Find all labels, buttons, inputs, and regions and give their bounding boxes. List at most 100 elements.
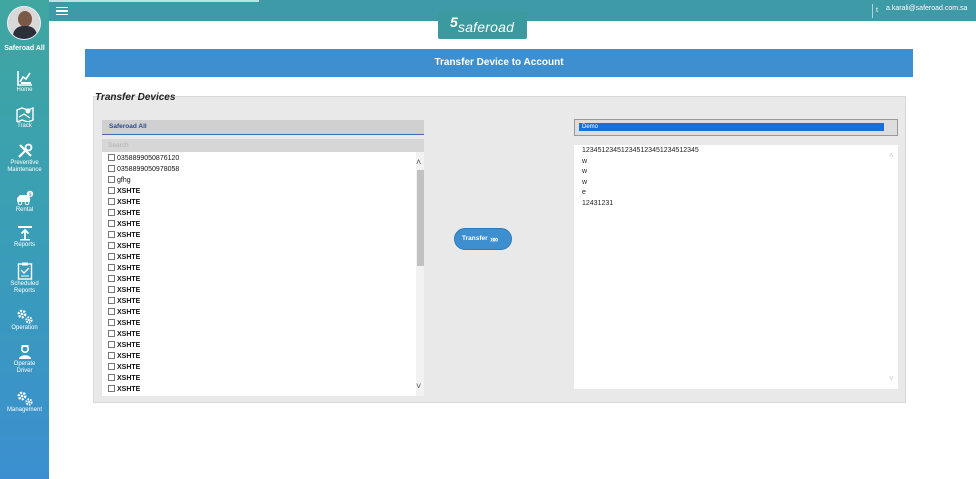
tools-icon <box>17 143 32 158</box>
device-list-item[interactable]: 0358899050876120 <box>108 153 179 164</box>
search-input[interactable] <box>102 139 424 152</box>
assigned-device-item[interactable]: 12431231 <box>582 199 613 209</box>
scroll-down-arrow-icon[interactable]: ˅ <box>889 375 894 383</box>
device-checkbox[interactable] <box>108 253 115 260</box>
device-checkbox[interactable] <box>108 308 115 315</box>
scroll-up-arrow-icon[interactable]: ˄ <box>889 152 894 160</box>
page-title: Transfer Device to Account <box>85 49 913 77</box>
device-list-item[interactable]: XSHTE <box>108 329 140 340</box>
transfer-button[interactable]: Transfer »» <box>454 228 512 250</box>
sidebar-item-preventive-maintenance[interactable]: Preventive Maintenance <box>0 143 49 174</box>
scroll-up-arrow-icon[interactable]: ˄ <box>416 158 421 167</box>
device-label: XSHTE <box>117 221 141 228</box>
device-list-item[interactable]: XSHTE <box>108 307 140 318</box>
device-checkbox[interactable] <box>108 374 115 381</box>
top-bar-strip <box>49 0 259 2</box>
car-icon: $ <box>16 190 33 206</box>
device-checkbox[interactable] <box>108 341 115 348</box>
device-list-item[interactable]: XSHTE <box>108 318 140 329</box>
map-icon <box>15 106 34 122</box>
sidebar-user-name: Saferoad All <box>4 45 45 52</box>
device-list-item[interactable]: XSHTE <box>108 351 140 362</box>
device-list-item[interactable]: XSHTE <box>108 186 140 197</box>
device-list-item[interactable]: XSHTE <box>108 274 140 285</box>
sidebar-item-rental[interactable]: $ Rental <box>0 190 49 214</box>
device-list-item[interactable]: XSHTE <box>108 230 140 241</box>
device-label: XSHTE <box>117 353 141 360</box>
device-list-item[interactable]: XSHTE <box>108 285 140 296</box>
user-email[interactable]: a.karali@saferoad.com.sa <box>886 5 967 12</box>
device-label: XSHTE <box>117 309 141 316</box>
target-account-selected[interactable]: Demo <box>579 123 884 131</box>
device-list-item[interactable]: XSHTE <box>108 208 140 219</box>
device-label: XSHTE <box>117 386 141 393</box>
device-checkbox[interactable] <box>108 209 115 216</box>
device-checkbox[interactable] <box>108 220 115 227</box>
device-label: XSHTE <box>117 188 141 195</box>
sidebar-item-scheduled-reports[interactable]: Scheduled Reports <box>0 262 49 295</box>
device-checkbox[interactable] <box>108 286 115 293</box>
device-label: XSHTE <box>117 320 141 327</box>
driver-icon <box>18 344 31 359</box>
device-list-item[interactable]: XSHTE <box>108 296 140 307</box>
sidebar-item-management[interactable]: Management <box>0 390 49 414</box>
assigned-device-item[interactable]: 123451234512345123451234512345 <box>582 146 699 156</box>
sidebar-item-label: Scheduled <box>10 281 39 287</box>
lock-icon[interactable]: t <box>872 4 884 18</box>
device-checkbox[interactable] <box>108 231 115 238</box>
device-checkbox[interactable] <box>108 363 115 370</box>
gears-icon <box>17 391 33 406</box>
scroll-down-arrow-icon[interactable]: ˅ <box>416 382 421 391</box>
sidebar-item-label: Home <box>16 87 33 93</box>
scrollbar-thumb[interactable] <box>417 170 424 266</box>
device-list-item[interactable]: XSHTE <box>108 362 140 373</box>
device-label: XSHTE <box>117 287 141 294</box>
device-checkbox[interactable] <box>108 242 115 249</box>
device-checkbox[interactable] <box>108 319 115 326</box>
assigned-device-item[interactable]: w <box>582 167 587 177</box>
device-label: XSHTE <box>117 298 141 305</box>
sidebar-item-track[interactable]: Track <box>0 106 49 130</box>
sidebar-item-home[interactable]: Home <box>0 70 49 94</box>
logo-text: saferoad <box>458 19 515 35</box>
device-list-item[interactable]: XSHTE <box>108 263 140 274</box>
svg-text:$: $ <box>28 192 31 198</box>
device-list-item[interactable]: XSHTE <box>108 373 140 384</box>
assigned-device-item[interactable]: w <box>582 178 587 188</box>
device-checkbox[interactable] <box>108 176 115 183</box>
assigned-device-item[interactable]: w <box>582 157 587 167</box>
chart-icon <box>16 71 32 86</box>
device-list-item[interactable]: gfhg <box>108 175 131 186</box>
device-label: XSHTE <box>117 276 141 283</box>
sidebar-item-reports[interactable]: Reports <box>0 225 49 249</box>
device-checkbox[interactable] <box>108 275 115 282</box>
sidebar-item-operate-driver[interactable]: Operate Driver <box>0 344 49 375</box>
device-list-item[interactable]: XSHTE <box>108 384 140 395</box>
device-checkbox[interactable] <box>108 264 115 271</box>
clipboard-icon <box>17 262 32 280</box>
device-checkbox[interactable] <box>108 352 115 359</box>
sidebar: Saferoad All Home Track Preventive Maint… <box>0 0 49 479</box>
avatar[interactable] <box>7 6 41 40</box>
device-list-item[interactable]: XSHTE <box>108 219 140 230</box>
hamburger-menu-icon[interactable] <box>56 7 68 15</box>
assigned-device-item[interactable]: e <box>582 188 586 198</box>
device-list-item[interactable]: 0358899050978058 <box>108 164 179 175</box>
saferoad-logo: 5 saferoad <box>438 12 527 39</box>
device-list-item[interactable]: XSHTE <box>108 252 140 263</box>
device-checkbox[interactable] <box>108 385 115 392</box>
device-list-item[interactable]: XSHTE <box>108 340 140 351</box>
device-checkbox[interactable] <box>108 165 115 172</box>
device-list-item[interactable]: XSHTE <box>108 197 140 208</box>
page: Saferoad All Home Track Preventive Maint… <box>0 0 976 479</box>
device-checkbox[interactable] <box>108 187 115 194</box>
device-checkbox[interactable] <box>108 198 115 205</box>
device-label: XSHTE <box>117 199 141 206</box>
device-checkbox[interactable] <box>108 330 115 337</box>
sidebar-item-label-2: Maintenance <box>7 167 42 173</box>
device-label: XSHTE <box>117 243 141 250</box>
device-list-item[interactable]: XSHTE <box>108 241 140 252</box>
sidebar-item-operation[interactable]: Operation <box>0 308 49 332</box>
device-checkbox[interactable] <box>108 297 115 304</box>
device-checkbox[interactable] <box>108 154 115 161</box>
